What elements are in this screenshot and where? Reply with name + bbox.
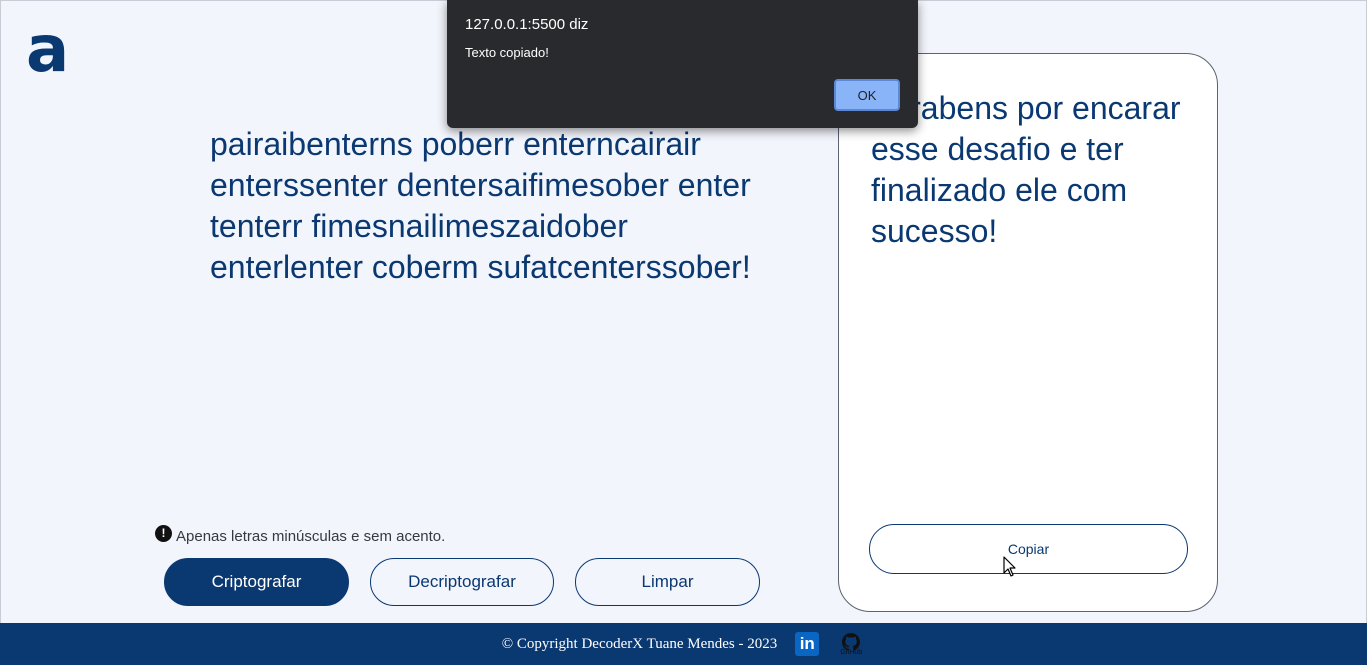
linkedin-icon[interactable]: in — [795, 632, 820, 656]
encrypt-button[interactable]: Criptografar — [164, 558, 349, 606]
github-icon[interactable]: GitHub — [837, 629, 865, 659]
mouse-cursor-icon — [1003, 556, 1016, 577]
clear-button[interactable]: Limpar — [575, 558, 760, 606]
alert-dialog: 127.0.0.1:5500 diz Texto copiado! OK — [447, 0, 918, 128]
output-card: Parabens por encarar esse desafio e ter … — [838, 53, 1218, 612]
logo[interactable]: a — [26, 18, 69, 82]
github-label: GitHub — [840, 648, 863, 656]
text-input-area[interactable]: pairaibenterns poberr enterncairair ente… — [210, 124, 770, 288]
copy-button[interactable]: Copiar — [869, 524, 1188, 574]
hint-text: Apenas letras minúsculas e sem acento. — [176, 528, 446, 545]
dialog-message: Texto copiado! — [465, 45, 549, 60]
decrypt-button[interactable]: Decriptografar — [370, 558, 554, 606]
dialog-title: 127.0.0.1:5500 diz — [465, 16, 589, 33]
footer: © Copyright DecoderX Tuane Mendes - 2023… — [0, 623, 1367, 665]
output-text: Parabens por encarar esse desafio e ter … — [871, 90, 1181, 249]
copyright-text: © Copyright DecoderX Tuane Mendes - 2023 — [501, 635, 778, 652]
hint: ! Apenas letras minúsculas e sem acento. — [155, 525, 446, 545]
dialog-ok-button[interactable]: OK — [834, 79, 900, 111]
exclamation-icon: ! — [155, 525, 172, 542]
